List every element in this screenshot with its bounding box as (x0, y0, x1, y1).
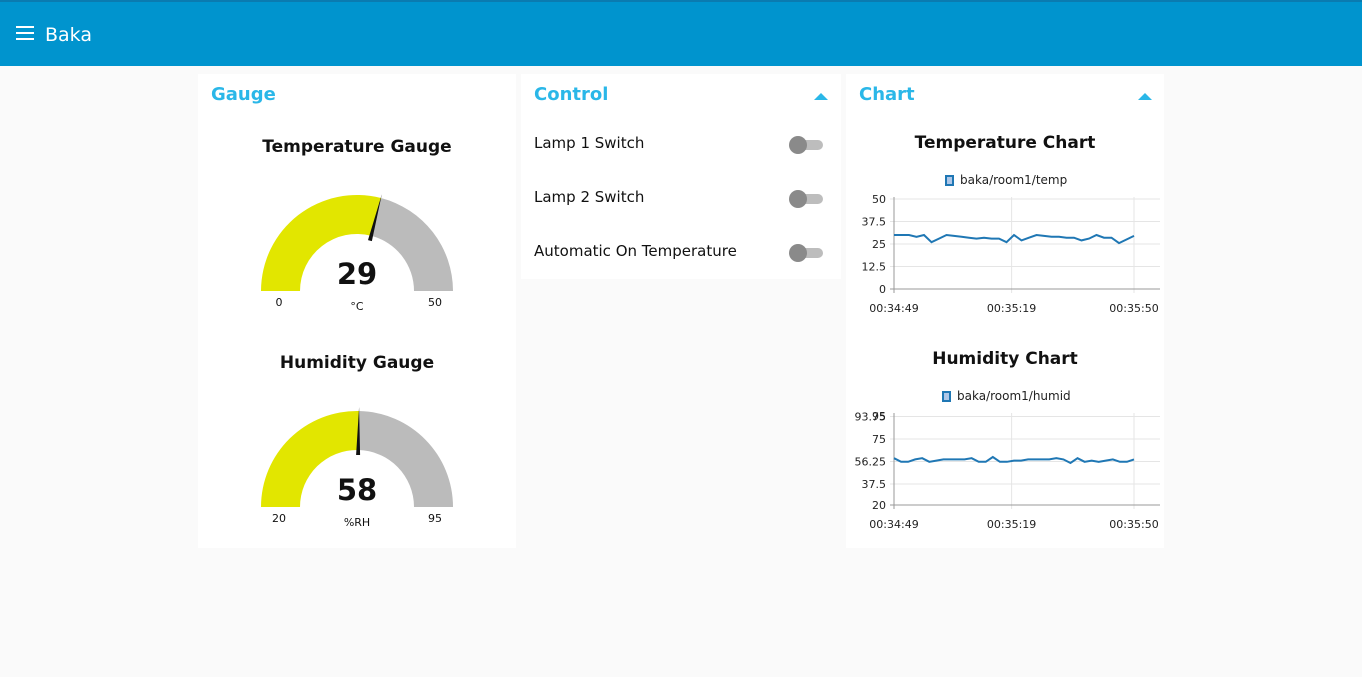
humidity-chart-y-tick-label: 20 (872, 499, 886, 512)
humidity-chart-x-tick-label: 00:35:19 (987, 518, 1036, 530)
temperature-chart-x-tick-label: 00:34:49 (869, 302, 918, 314)
legend-label: baka/room1/temp (960, 173, 1068, 187)
temperature-chart-y-tick-label: 37.5 (862, 216, 887, 229)
legend-label: baka/room1/humid (957, 389, 1071, 403)
temperature-chart-y-tick-label: 12.5 (862, 261, 887, 274)
temperature-gauge-max: 50 (428, 296, 442, 309)
gauge-card-title: Gauge (211, 84, 276, 105)
humidity-gauge-unit: %RH (343, 516, 371, 529)
humidity-chart-y-tick-label: 37.5 (862, 478, 887, 491)
switch-label: Lamp 2 Switch (534, 188, 645, 206)
control-card: Control Lamp 1 Switch Lamp 2 Switch Auto… (521, 74, 841, 279)
control-card-title: Control (534, 84, 609, 105)
app-title: Baka (45, 24, 92, 46)
humidity-chart: 93.757556.2537.5209500:34:49 00:35:19 00:3… (855, 410, 1160, 530)
temperature-chart-y-tick-label: 25 (872, 238, 886, 251)
humidity-gauge-title: Humidity Gauge (279, 353, 435, 373)
humidity-gauge-max: 95 (428, 512, 442, 525)
gauge-card: Gauge Temperature Gauge 29 °C 0 50 Humid… (198, 74, 516, 548)
switch-row-auto-temp: Automatic On Temperature (534, 238, 834, 268)
lamp2-toggle[interactable] (789, 190, 823, 208)
temperature-chart: 50 37.5 25 12.5 0 00:34:49 00:35:19 00:35:50 (862, 193, 1160, 314)
temperature-chart-series-line (894, 233, 1135, 245)
top-bar: Baka (0, 0, 1362, 66)
chart-card: Chart Temperature Chart baka/room1/temp … (846, 74, 1164, 548)
humidity-chart-y-tick-label: 95 (872, 410, 886, 423)
humidity-gauge-min: 20 (272, 512, 286, 525)
switch-label: Automatic On Temperature (534, 242, 737, 260)
legend-swatch-icon (942, 391, 951, 402)
humidity-chart-legend[interactable]: baka/room1/humid (942, 389, 1071, 403)
temperature-chart-y-tick-label: 0 (879, 283, 886, 296)
temperature-chart-x-tick-label: 00:35:50 (1109, 302, 1158, 314)
temperature-chart-y-tick-label: 50 (872, 193, 886, 206)
auto-temp-toggle[interactable] (789, 244, 823, 262)
humidity-chart-x-tick-label: 00:34:49 (869, 518, 918, 530)
chart-card-title: Chart (859, 84, 915, 105)
temperature-gauge-value: 29 (336, 257, 378, 291)
temperature-gauge-title: Temperature Gauge (262, 137, 452, 157)
humidity-chart-x-tick-label: 00:35:50 (1109, 518, 1158, 530)
switch-row-lamp2: Lamp 2 Switch (534, 184, 834, 214)
humidity-chart-y-tick-label: 75 (872, 433, 886, 446)
lamp1-toggle[interactable] (789, 136, 823, 154)
humidity-gauge-value: 58 (336, 473, 378, 507)
switch-row-lamp1: Lamp 1 Switch (534, 130, 834, 160)
collapse-up-icon[interactable] (1138, 93, 1152, 100)
temperature-chart-legend[interactable]: baka/room1/temp (945, 173, 1067, 187)
hamburger-icon[interactable] (16, 26, 34, 40)
legend-swatch-icon (945, 175, 954, 186)
humidity-chart-y-tick-label: 56.25 (855, 456, 887, 469)
switch-label: Lamp 1 Switch (534, 134, 645, 152)
temperature-chart-title: Temperature Chart (914, 133, 1096, 153)
temperature-gauge-unit: °C (350, 300, 364, 313)
temperature-gauge-min: 0 (275, 296, 283, 309)
humidity-chart-series-line (893, 455, 1135, 465)
humidity-chart-title: Humidity Chart (932, 349, 1078, 369)
collapse-up-icon[interactable] (814, 93, 828, 100)
temperature-chart-x-tick-label: 00:35:19 (987, 302, 1036, 314)
